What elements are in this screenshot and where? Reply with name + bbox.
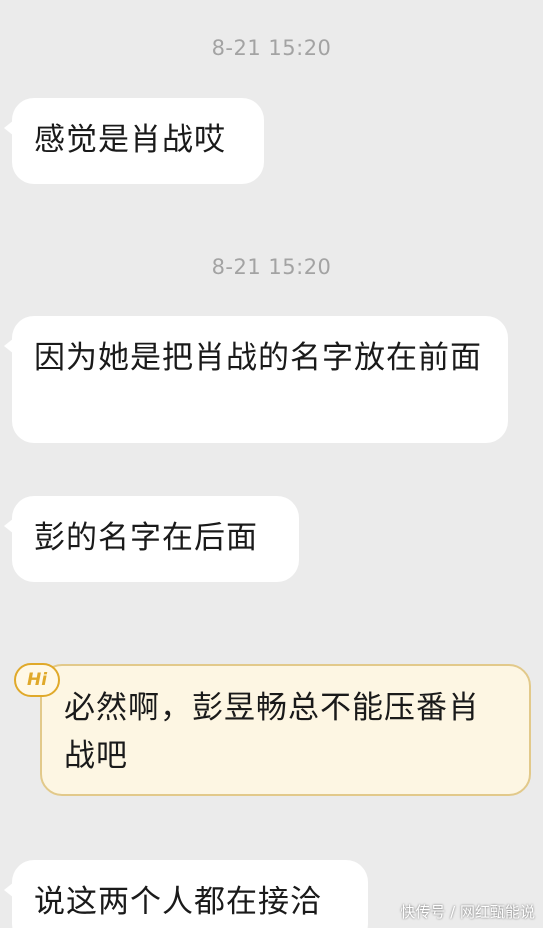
timestamp: 8-21 15:20 [211, 36, 332, 60]
highlighted-message-bubble[interactable]: 必然啊，彭昱畅总不能压番肖战吧 [40, 664, 531, 796]
timestamp: 8-21 15:20 [211, 255, 332, 279]
watermark: 快传号 / 网红甄能说 [400, 903, 535, 921]
message-text: 说这两个人都在接洽 [34, 884, 322, 920]
message-text: 彭的名字在后面 [34, 520, 258, 556]
hi-badge-icon: Hi [14, 663, 60, 697]
message-bubble[interactable]: 因为她是把肖战的名字放在前面 [4, 316, 508, 443]
message-bubble[interactable]: 彭的名字在后面 [4, 496, 299, 582]
message-text: 感觉是肖战哎 [34, 122, 226, 158]
message-text: 因为她是把肖战的名字放在前面 [34, 340, 482, 376]
message-text: 必然啊，彭昱畅总不能压番肖战吧 [64, 690, 480, 774]
chat-conversation: 8-21 15:20 感觉是肖战哎 8-21 15:20 因为她是把肖战的名字放… [0, 0, 543, 928]
message-bubble[interactable]: 说这两个人都在接洽 [4, 860, 368, 928]
message-bubble[interactable]: 感觉是肖战哎 [4, 98, 264, 184]
